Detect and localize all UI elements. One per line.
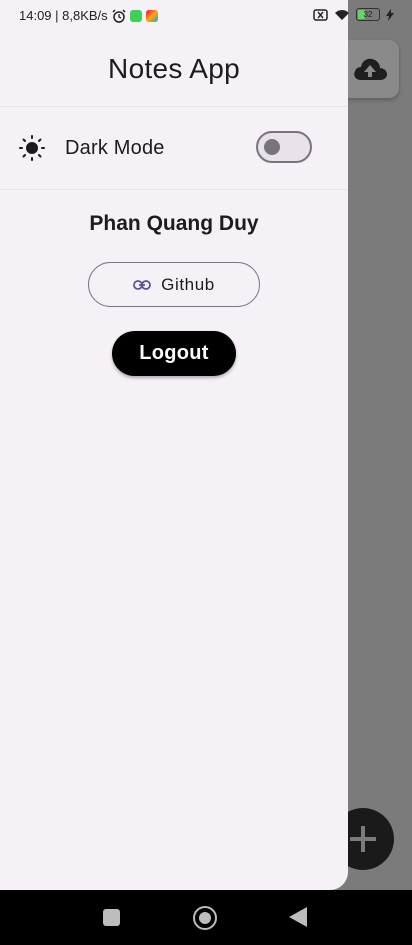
recents-button[interactable]	[103, 909, 120, 926]
github-button[interactable]: Github	[88, 262, 260, 307]
cloud-upload-button[interactable]	[341, 40, 399, 98]
navigation-drawer: Notes App Dark Mode Phan Quang Duy Githu…	[0, 0, 348, 890]
app-notification-icon-2	[145, 9, 158, 22]
no-sim-icon	[313, 8, 328, 21]
charging-icon	[386, 8, 394, 21]
plus-icon	[350, 826, 376, 852]
alarm-icon	[112, 8, 126, 23]
app-title: Notes App	[108, 53, 240, 84]
logout-button[interactable]: Logout	[112, 331, 236, 376]
back-button[interactable]	[289, 907, 307, 927]
user-name: Phan Quang Duy	[89, 212, 259, 235]
dark-mode-row[interactable]: Dark Mode	[0, 107, 348, 190]
battery-indicator: 32	[356, 8, 380, 21]
link-icon	[133, 279, 152, 290]
dark-mode-toggle[interactable]	[256, 131, 312, 163]
dark-mode-label: Dark Mode	[65, 137, 165, 159]
toggle-knob	[264, 139, 280, 155]
github-label: Github	[161, 274, 215, 294]
logout-label: Logout	[139, 342, 209, 364]
home-button[interactable]	[193, 906, 217, 930]
system-nav-bar	[0, 890, 412, 945]
drawer-header: Notes App	[0, 32, 348, 107]
cloud-upload-icon	[354, 58, 387, 80]
app-notification-icon	[129, 9, 142, 22]
wifi-icon	[335, 9, 349, 20]
status-time: 14:09 | 8,8KB/s	[19, 8, 108, 23]
sun-icon	[19, 135, 45, 161]
status-bar: 14:09 | 8,8KB/s 32	[0, 0, 412, 32]
